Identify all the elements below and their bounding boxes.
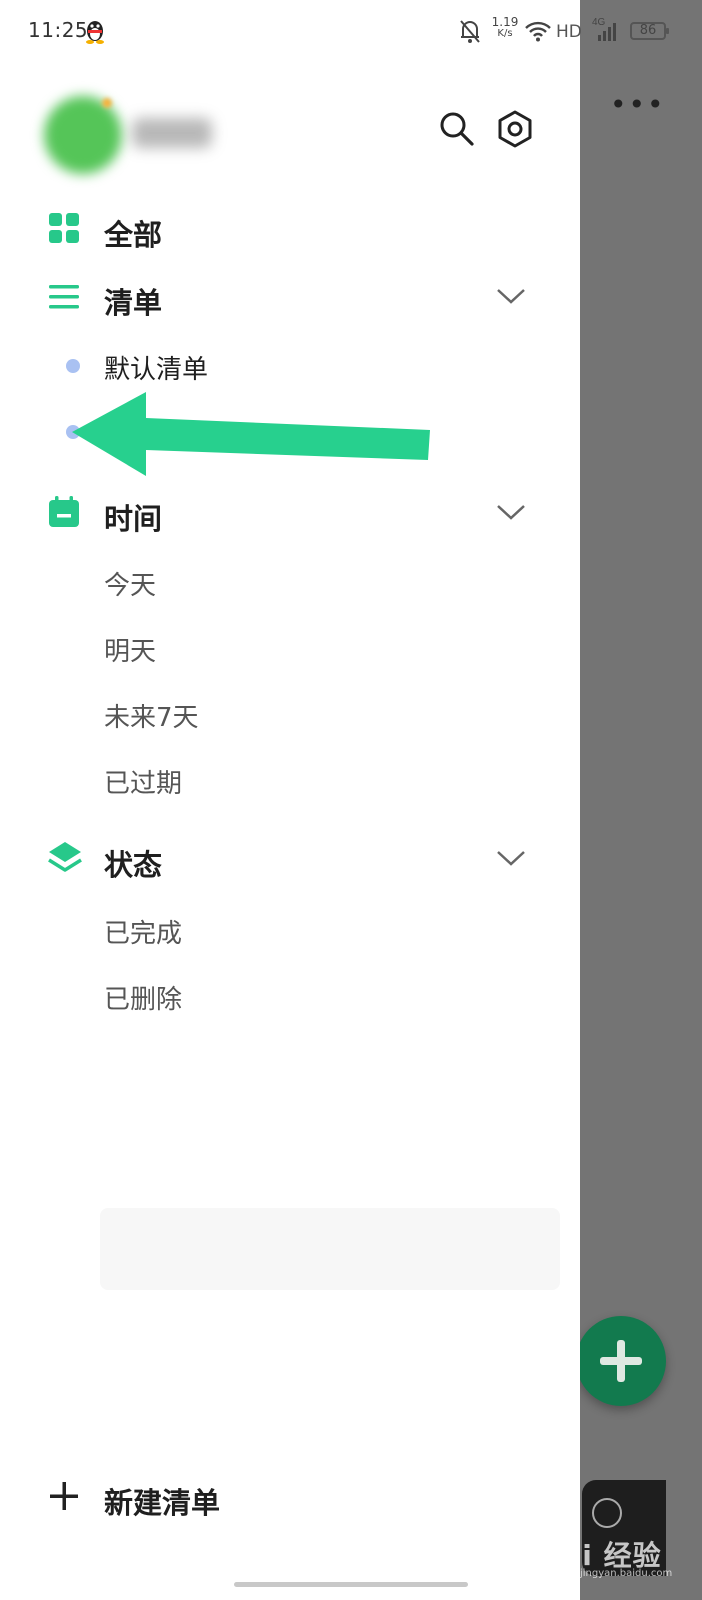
layers-icon <box>48 842 82 872</box>
status-item-label: 已完成 <box>104 919 183 949</box>
list-icon <box>49 285 79 309</box>
navigation-drawer: 11:25 1.19 K/s HD 4G 86 全部 清单 默认清单 时间 今天… <box>0 0 669 1600</box>
time-item-next-7-days[interactable]: 未来7天 <box>0 686 580 742</box>
watermark-url: jingyan.baidu.com <box>580 1568 673 1579</box>
bell-off-icon <box>460 20 480 43</box>
chevron-down-icon[interactable] <box>496 848 526 868</box>
network-type: 4G <box>592 17 606 28</box>
list-item-label: 默认清单 <box>104 355 209 385</box>
hd-label: HD <box>556 22 582 42</box>
section-lists[interactable]: 清单 <box>0 268 580 328</box>
status-item-deleted[interactable]: 已删除 <box>0 968 580 1024</box>
status-time: 11:25 <box>28 18 89 42</box>
list-item-default[interactable]: 默认清单 <box>0 338 580 394</box>
section-time[interactable]: 时间 <box>0 484 580 544</box>
time-item-label: 明天 <box>104 637 157 667</box>
section-time-label: 时间 <box>104 502 163 536</box>
time-item-label: 已过期 <box>104 769 183 799</box>
user-avatar[interactable] <box>44 96 122 174</box>
plus-icon-bar <box>600 1357 642 1365</box>
net-speed-unit: K/s <box>497 28 513 39</box>
cellular-signal-icon: 4G <box>592 17 616 41</box>
time-item-today[interactable]: 今天 <box>0 554 580 610</box>
time-item-label: 未来7天 <box>104 703 199 733</box>
section-all[interactable]: 全部 <box>0 200 580 260</box>
section-all-label: 全部 <box>104 218 163 252</box>
qq-penguin-icon <box>86 21 104 44</box>
plus-icon <box>50 1482 78 1510</box>
list-color-dot <box>66 359 80 373</box>
time-item-label: 今天 <box>104 571 157 601</box>
grid-icon <box>49 213 79 243</box>
calendar-icon <box>49 496 79 527</box>
home-indicator[interactable] <box>234 1582 468 1587</box>
time-item-tomorrow[interactable]: 明天 <box>0 620 580 676</box>
chevron-down-icon[interactable] <box>496 286 526 306</box>
faded-placeholder <box>100 1208 560 1290</box>
search-icon[interactable] <box>438 110 476 148</box>
net-speed-value: 1.19 <box>491 15 519 29</box>
status-item-completed[interactable]: 已完成 <box>0 902 580 958</box>
section-status[interactable]: 状态 <box>0 830 580 890</box>
add-task-fab[interactable] <box>576 1316 666 1406</box>
section-lists-label: 清单 <box>104 286 163 320</box>
battery-indicator: 86 <box>630 22 669 40</box>
chevron-down-icon[interactable] <box>496 502 526 522</box>
avatar-badge <box>102 98 112 108</box>
username-blurred <box>132 118 212 148</box>
status-bar: 11:25 1.19 K/s HD 4G 86 <box>0 0 702 64</box>
new-list-button[interactable]: 新建清单 <box>0 1470 580 1530</box>
new-list-label: 新建清单 <box>104 1486 221 1520</box>
settings-icon[interactable] <box>496 110 534 148</box>
net-speed: 1.19 K/s <box>490 16 520 40</box>
time-item-overdue[interactable]: 已过期 <box>0 752 580 808</box>
more-options-icon[interactable]: ••• <box>610 91 666 119</box>
annotation-arrow <box>72 392 430 476</box>
wifi-icon <box>525 21 551 42</box>
back-circle-icon <box>592 1498 622 1528</box>
section-status-label: 状态 <box>104 848 163 882</box>
status-item-label: 已删除 <box>104 985 183 1015</box>
